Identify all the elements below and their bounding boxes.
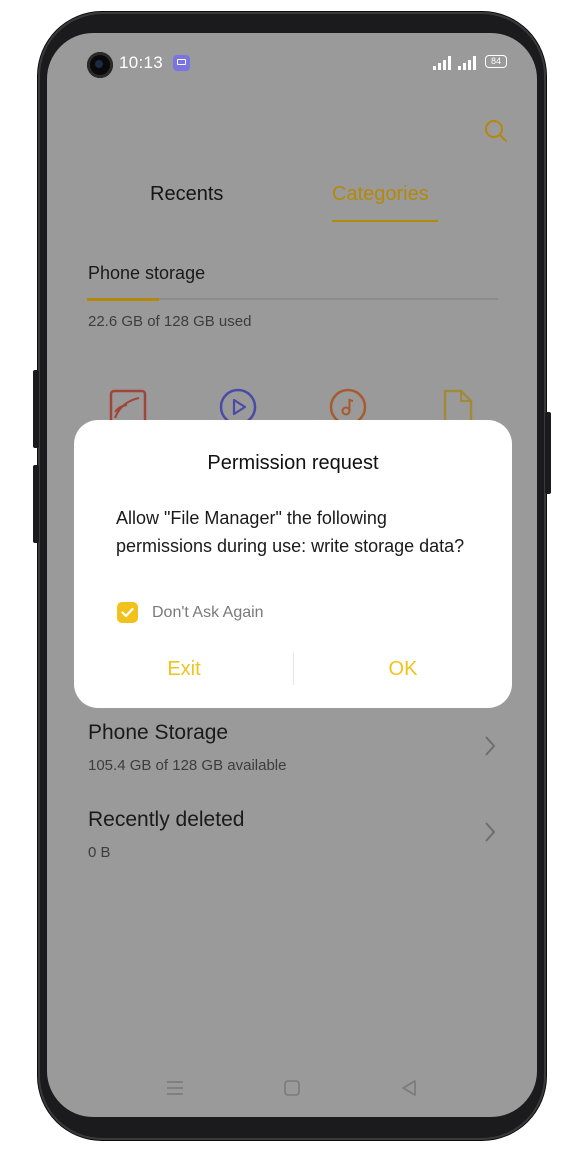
dont-ask-again-checkbox[interactable] xyxy=(117,602,138,623)
exit-button[interactable]: Exit xyxy=(124,658,244,681)
list-item-subtitle: 0 B xyxy=(88,844,111,861)
dialog-message: Allow "File Manager" the following permi… xyxy=(116,508,465,556)
tab-active-indicator xyxy=(332,220,438,222)
list-item-subtitle: 105.4 GB of 128 GB available xyxy=(88,757,287,774)
checkmark-icon xyxy=(121,607,134,618)
search-icon[interactable] xyxy=(483,118,509,144)
chevron-right-icon xyxy=(483,734,497,763)
list-item-title: Phone Storage xyxy=(88,721,229,744)
tab-recents[interactable]: Recents xyxy=(150,183,223,206)
menu-nav-button[interactable] xyxy=(165,1079,185,1102)
battery-icon: 84 xyxy=(485,55,507,68)
list-item[interactable]: Phone Storage 105.4 GB of 128 GB availab… xyxy=(47,713,537,783)
storage-progress-fill xyxy=(87,298,159,301)
signal-sim1-icon xyxy=(433,56,453,70)
ok-button[interactable]: OK xyxy=(343,658,463,681)
dialog-button-divider xyxy=(293,653,294,685)
tab-categories[interactable]: Categories xyxy=(332,183,429,206)
dialog-title: Permission request xyxy=(207,452,379,474)
permission-dialog: Permission request Allow "File Manager" … xyxy=(74,420,512,708)
power-button xyxy=(545,412,551,494)
back-nav-button[interactable] xyxy=(400,1079,418,1102)
status-time: 10:13 xyxy=(119,53,164,72)
storage-usage: 22.6 GB of 128 GB used xyxy=(88,313,252,330)
screen: 10:13 84 Recents Categories Phone storag… xyxy=(47,33,537,1117)
list-item[interactable]: Recently deleted 0 B xyxy=(47,800,537,870)
back-triangle-icon xyxy=(402,1080,416,1096)
volume-down-button xyxy=(33,465,39,543)
menu-icon xyxy=(167,1081,183,1095)
storage-title: Phone storage xyxy=(88,263,206,283)
volume-up-button xyxy=(33,370,39,448)
home-nav-button[interactable] xyxy=(283,1079,301,1102)
list-item-title: Recently deleted xyxy=(88,808,245,831)
dont-ask-again-label[interactable]: Don't Ask Again xyxy=(152,604,264,622)
front-camera xyxy=(87,52,113,78)
home-square-icon xyxy=(284,1080,300,1096)
notification-app-icon xyxy=(173,55,190,71)
chevron-right-icon xyxy=(483,820,497,849)
signal-sim2-icon xyxy=(458,56,478,70)
